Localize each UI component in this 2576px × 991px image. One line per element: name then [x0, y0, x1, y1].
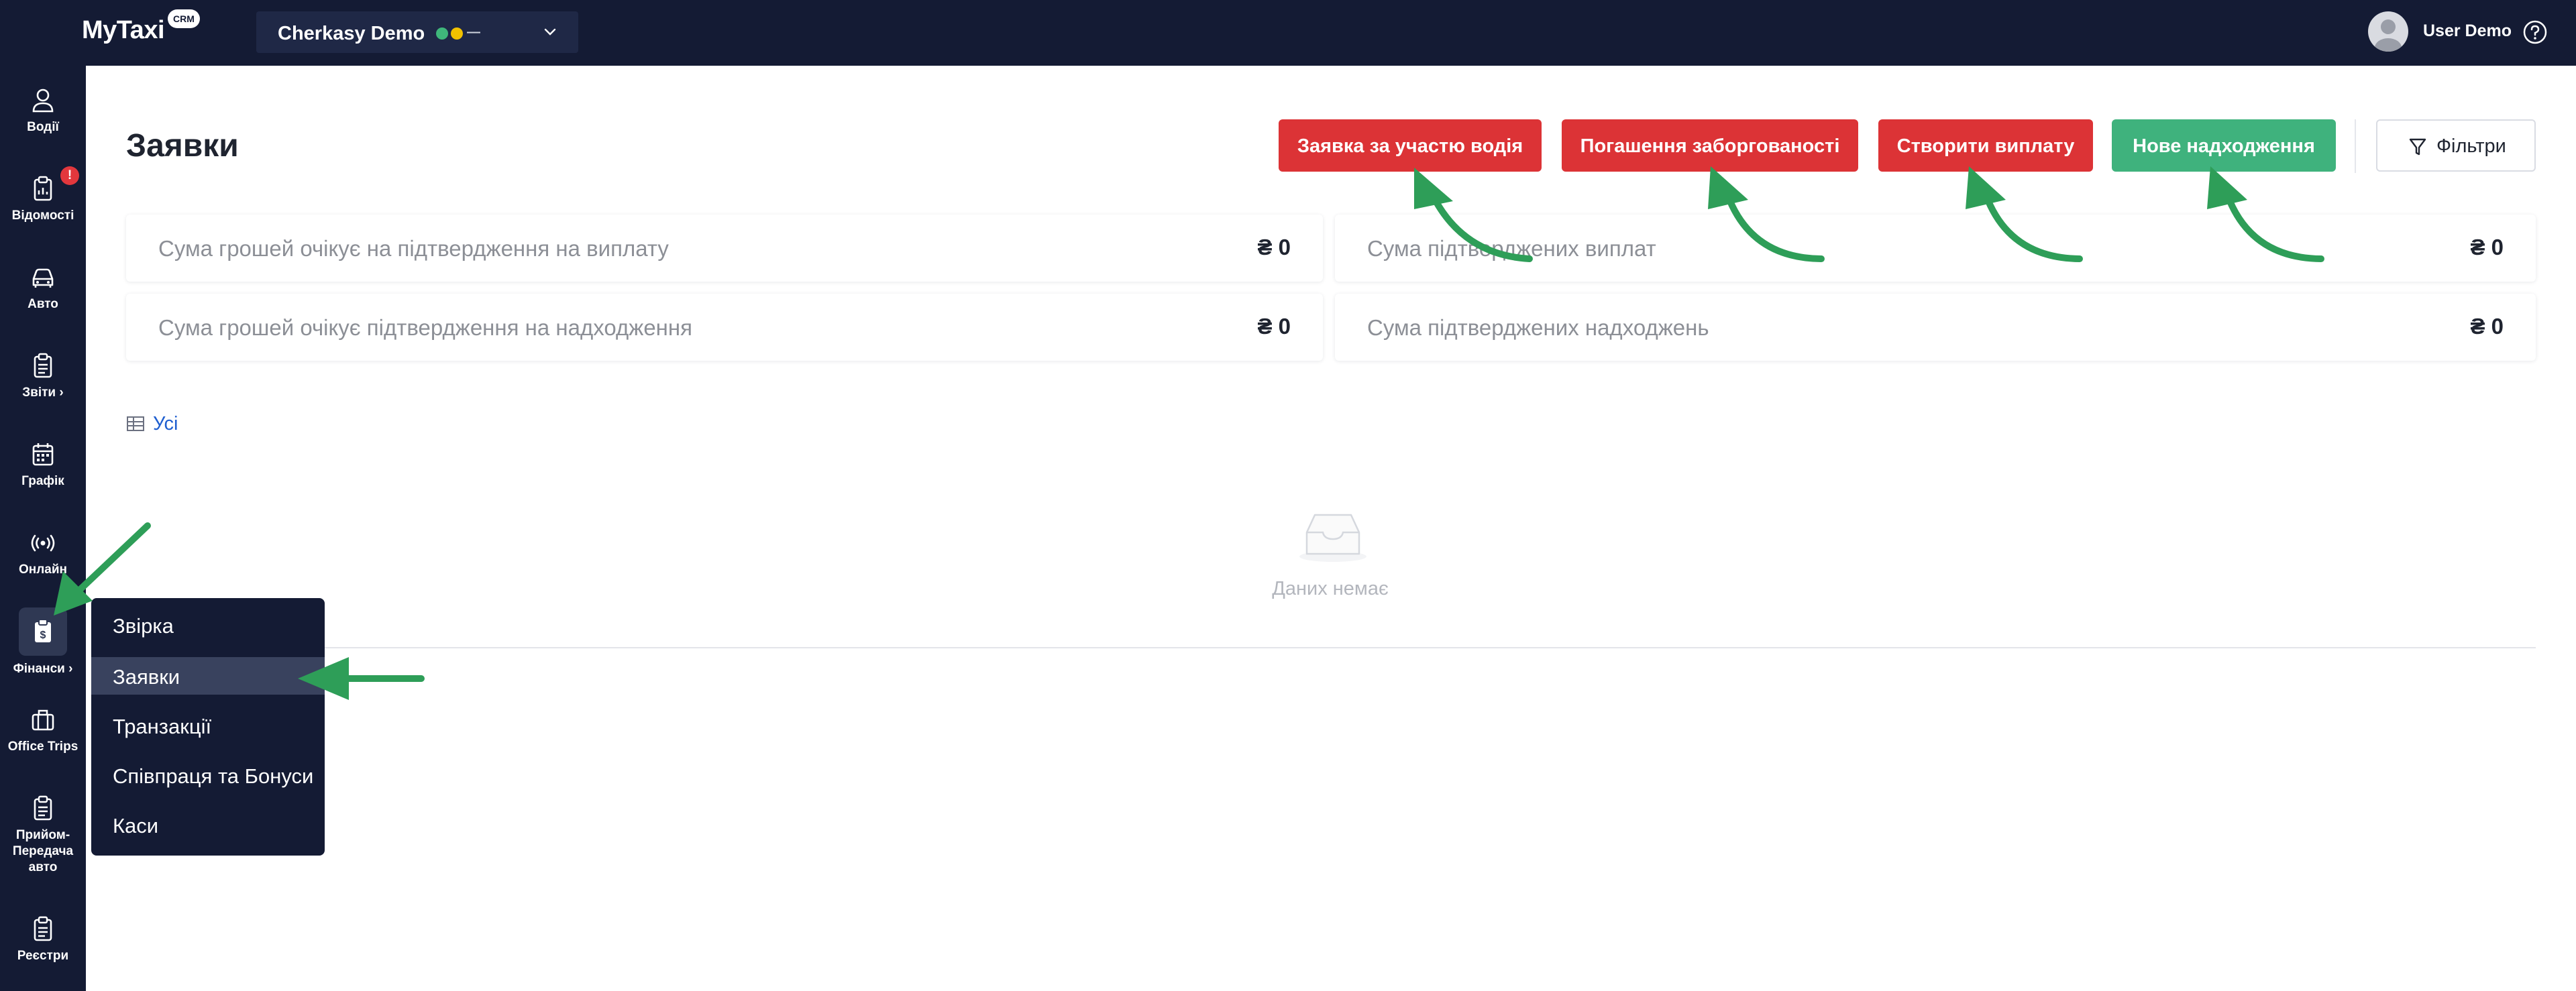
stat-label: Сума підтверджених виплат — [1367, 236, 1656, 261]
stat-value: ₴ 0 — [1257, 314, 1291, 339]
driver-request-button[interactable]: Заявка за участю водія — [1279, 119, 1542, 172]
app-logo[interactable]: MyTaxi — [82, 16, 165, 45]
filters-button[interactable]: Фільтри — [2376, 119, 2536, 172]
filters-label: Фільтри — [2436, 135, 2506, 157]
finance-icon-box: $ — [19, 607, 67, 656]
stat-value: ₴ 0 — [2470, 314, 2504, 339]
create-payout-button[interactable]: Створити виплату — [1878, 119, 2093, 172]
annotation-arrowhead — [1966, 166, 2006, 209]
submenu-item-requests[interactable]: Заявки — [91, 657, 325, 695]
sidebar-item-label: Авто — [28, 297, 58, 311]
submenu-item-label: Транзакції — [113, 715, 212, 738]
empty-inbox-icon — [1299, 514, 1366, 562]
stat-value: ₴ 0 — [2470, 235, 2504, 259]
briefcase-icon — [32, 709, 54, 731]
car-icon — [32, 268, 54, 288]
stat-card: Сума підтверджених надходжень ₴ 0 — [1335, 294, 2536, 361]
annotation-arrowhead — [1708, 166, 1748, 209]
sidebar-item-label: Office Trips — [7, 740, 78, 754]
page-title: Заявки — [126, 128, 239, 164]
stat-label: Сума грошей очікує підтвердження на надх… — [158, 315, 692, 340]
table-icon — [127, 416, 144, 431]
sidebar-item-online[interactable]: Онлайн — [0, 530, 86, 578]
crm-badge: CRM — [168, 9, 200, 28]
report-icon — [34, 176, 52, 201]
submenu-item-cooperation-bonuses[interactable]: Співпраця та Бонуси — [91, 756, 325, 794]
sidebar-item-label: Водії — [27, 120, 59, 134]
help-icon[interactable] — [2522, 19, 2548, 45]
stat-label: Сума підтверджених надходжень — [1367, 315, 1709, 340]
sidebar-item-label: Звіти › — [22, 386, 64, 400]
stat-label: Сума грошей очікує на підтвердження на в… — [158, 236, 669, 261]
sidebar-item-cars[interactable]: Авто — [0, 264, 86, 312]
sidebar-item-label: Онлайн — [18, 563, 68, 577]
sidebar-item-label: Відомості — [11, 209, 74, 223]
sidebar-item-office-trips[interactable]: Office Trips — [0, 707, 86, 755]
sidebar-item-drivers[interactable]: Водії — [0, 87, 86, 135]
clipboard-icon — [34, 353, 52, 378]
avatar-user-icon — [2375, 19, 2402, 52]
status-dash: — — [467, 25, 480, 40]
chevron-down-icon — [544, 28, 556, 36]
submenu-item-label: Співпраця та Бонуси — [113, 764, 314, 788]
sidebar-item-car-handover[interactable]: Прийом-Передача авто — [0, 795, 86, 876]
sidebar-item-registries[interactable]: Реєстри — [0, 916, 86, 964]
person-icon — [32, 89, 54, 113]
avatar[interactable] — [2368, 11, 2408, 52]
stat-card: Сума грошей очікує підтвердження на надх… — [126, 294, 1323, 361]
submenu-item-cash-desks[interactable]: Каси — [91, 806, 325, 843]
finance-icon: $ — [35, 619, 51, 642]
filter-icon — [2409, 138, 2426, 156]
company-name: Cherkasy Demo — [278, 23, 425, 44]
sidebar: Водії ! Відомості Авто Звіти › Графік Он… — [0, 66, 86, 991]
annotation-arrowhead — [2207, 166, 2247, 209]
finance-submenu: Звірка Заявки Транзакції Співпраця та Бо… — [91, 598, 325, 856]
svg-text:$: $ — [40, 630, 46, 641]
sidebar-item-label: Реєстри — [17, 949, 69, 963]
status-dot-yellow-icon — [451, 27, 463, 40]
empty-state-text: Даних немає — [1272, 578, 1389, 599]
clipboard-icon — [34, 916, 52, 941]
submenu-item-transactions[interactable]: Транзакції — [91, 707, 325, 744]
alert-badge: ! — [60, 166, 79, 185]
submenu-item-label: Каси — [113, 814, 159, 837]
sidebar-item-statements[interactable]: ! Відомості — [0, 166, 86, 224]
user-name[interactable]: User Demo — [2423, 21, 2512, 41]
stat-value: ₴ 0 — [1257, 235, 1291, 259]
top-bar: MyTaxi CRM Cherkasy Demo — User Demo — [0, 0, 2576, 66]
new-income-button[interactable]: Нове надходження — [2112, 119, 2336, 172]
table-divider — [126, 647, 2536, 648]
stat-card: Сума підтверджених виплат ₴ 0 — [1335, 215, 2536, 282]
clipboard-icon — [34, 795, 52, 821]
sidebar-item-reports[interactable]: Звіти › — [0, 353, 86, 401]
annotation-arrowhead — [1414, 168, 1453, 209]
submenu-item-label: Заявки — [113, 665, 180, 689]
status-dot-green-icon — [436, 27, 448, 40]
stat-card: Сума грошей очікує на підтвердження на в… — [126, 215, 1323, 282]
sidebar-item-label: Графік — [21, 474, 64, 488]
online-icon — [31, 534, 55, 552]
submenu-item-label: Звірка — [113, 614, 174, 638]
calendar-icon — [32, 443, 54, 466]
sidebar-item-schedule[interactable]: Графік — [0, 441, 86, 489]
view-all-label: Усі — [153, 413, 178, 434]
sidebar-item-finance[interactable]: $ Фінанси › — [0, 607, 86, 677]
toolbar-divider — [2355, 119, 2356, 173]
sidebar-item-label: Прийом-Передача авто — [12, 828, 74, 874]
sidebar-item-label: Фінанси › — [13, 662, 73, 676]
submenu-item-reconciliation[interactable]: Звірка — [91, 606, 325, 644]
debt-repayment-button[interactable]: Погашення заборгованості — [1562, 119, 1858, 172]
company-selector[interactable]: Cherkasy Demo — — [256, 11, 578, 53]
